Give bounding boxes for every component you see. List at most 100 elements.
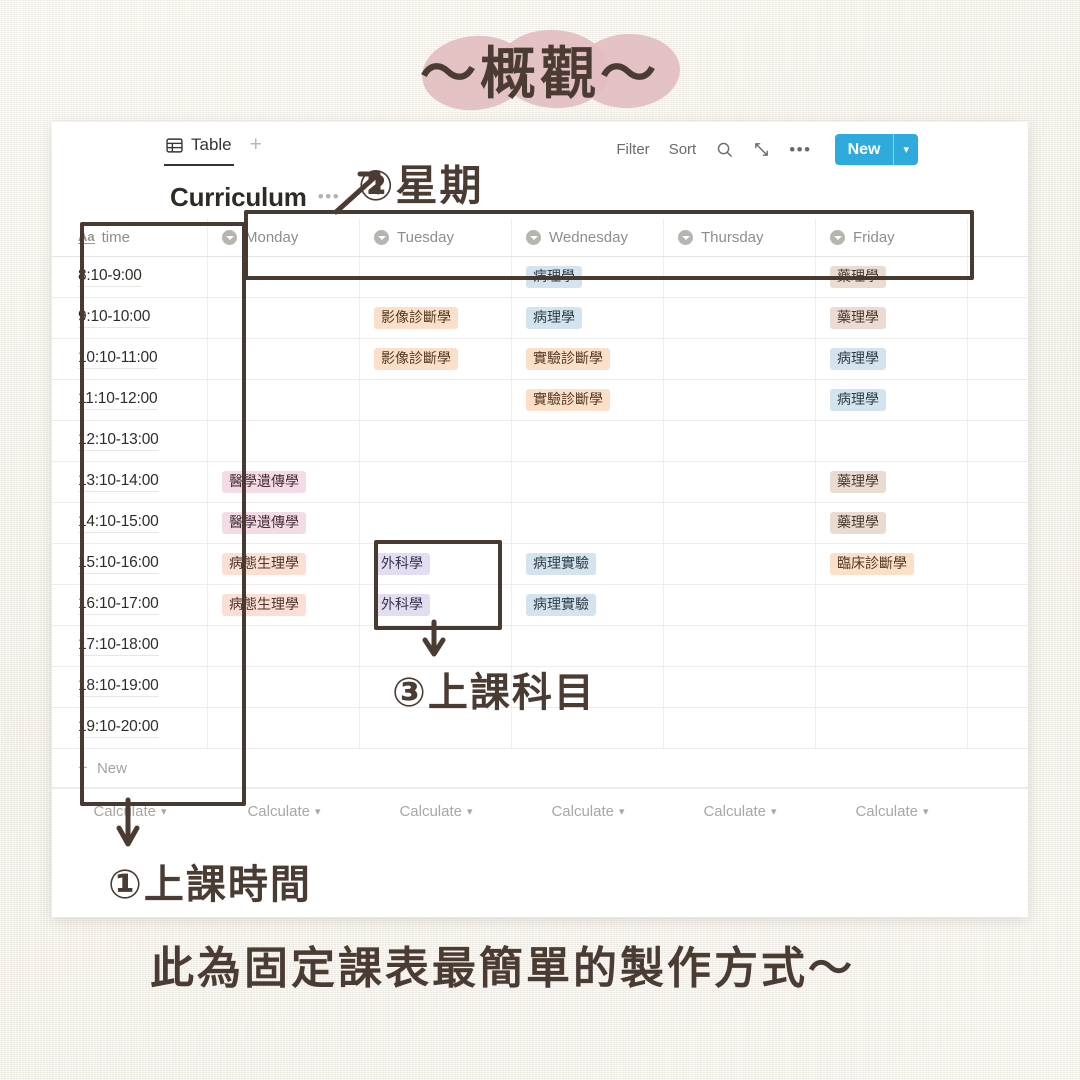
cell-thursday[interactable] — [664, 667, 816, 707]
cell-monday[interactable]: 病態生理學 — [208, 544, 360, 584]
cell-tuesday[interactable]: 影像診斷學 — [360, 339, 512, 379]
cell-time[interactable]: 16:10-17:00 — [52, 585, 208, 625]
cell-friday[interactable]: 藥理學 — [816, 503, 968, 543]
cell-monday[interactable]: 病態生理學 — [208, 585, 360, 625]
cell-friday[interactable] — [816, 626, 968, 666]
cell-wednesday[interactable]: 實驗診斷學 — [512, 339, 664, 379]
cell-time[interactable]: 12:10-13:00 — [52, 421, 208, 461]
cell-wednesday[interactable]: 實驗診斷學 — [512, 380, 664, 420]
search-icon[interactable] — [715, 141, 733, 159]
cell-thursday[interactable] — [664, 339, 816, 379]
column-header-tuesday[interactable]: Tuesday — [360, 218, 512, 256]
cell-monday[interactable]: 醫學遺傳學 — [208, 503, 360, 543]
cell-time[interactable]: 14:10-15:00 — [52, 503, 208, 543]
cell-thursday[interactable] — [664, 544, 816, 584]
cell-monday[interactable] — [208, 257, 360, 297]
cell-wednesday[interactable] — [512, 503, 664, 543]
new-button[interactable]: New ▾ — [834, 134, 918, 165]
table-row[interactable]: 8:10-9:00 病理學 藥理學 — [52, 257, 1028, 298]
ellipsis-icon[interactable]: ••• — [789, 141, 811, 158]
sort-button[interactable]: Sort — [669, 141, 697, 158]
database-title[interactable]: Curriculum — [170, 182, 307, 213]
cell-tuesday[interactable] — [360, 380, 512, 420]
cell-time[interactable]: 11:10-12:00 — [52, 380, 208, 420]
table-row[interactable]: 14:10-15:00 醫學遺傳學 藥理學 — [52, 503, 1028, 544]
table-row[interactable]: 9:10-10:00 影像診斷學 病理學 藥理學 — [52, 298, 1028, 339]
cell-time[interactable]: 10:10-11:00 — [52, 339, 208, 379]
cell-friday[interactable] — [816, 667, 968, 707]
cell-time[interactable]: 17:10-18:00 — [52, 626, 208, 666]
cell-thursday[interactable] — [664, 462, 816, 502]
cell-friday[interactable]: 藥理學 — [816, 298, 968, 338]
cell-monday[interactable] — [208, 667, 360, 707]
column-header-friday[interactable]: Friday — [816, 218, 968, 256]
cell-time[interactable]: 9:10-10:00 — [52, 298, 208, 338]
cell-thursday[interactable] — [664, 298, 816, 338]
table-new-row[interactable]: + New — [52, 749, 1028, 788]
cell-tuesday[interactable]: 外科學 — [360, 544, 512, 584]
cell-monday[interactable] — [208, 298, 360, 338]
cell-monday[interactable]: 醫學遺傳學 — [208, 462, 360, 502]
add-view-button[interactable]: + — [250, 134, 262, 164]
calculate-button[interactable]: Calculate ▾ — [664, 803, 816, 820]
cell-thursday[interactable] — [664, 585, 816, 625]
column-add-placeholder[interactable] — [968, 218, 1028, 256]
cell-thursday[interactable] — [664, 257, 816, 297]
table-row[interactable]: 10:10-11:00 影像診斷學 實驗診斷學 病理學 — [52, 339, 1028, 380]
cell-monday[interactable] — [208, 708, 360, 748]
expand-diagonal-icon[interactable] — [752, 141, 770, 159]
cell-time[interactable]: 15:10-16:00 — [52, 544, 208, 584]
cell-wednesday[interactable]: 病理實驗 — [512, 544, 664, 584]
cell-friday[interactable] — [816, 585, 968, 625]
column-header-thursday[interactable]: Thursday — [664, 218, 816, 256]
table-row[interactable]: 12:10-13:00 — [52, 421, 1028, 462]
calculate-button[interactable]: Calculate ▾ — [360, 803, 512, 820]
filter-button[interactable]: Filter — [616, 141, 649, 158]
cell-friday[interactable] — [816, 708, 968, 748]
cell-time[interactable]: 18:10-19:00 — [52, 667, 208, 707]
cell-wednesday[interactable]: 病理實驗 — [512, 585, 664, 625]
chevron-down-icon[interactable]: ▾ — [894, 134, 918, 165]
cell-friday[interactable]: 藥理學 — [816, 257, 968, 297]
cell-thursday[interactable] — [664, 503, 816, 543]
calculate-button[interactable]: Calculate ▾ — [512, 803, 664, 820]
cell-thursday[interactable] — [664, 380, 816, 420]
column-header-wednesday[interactable]: Wednesday — [512, 218, 664, 256]
calculate-button[interactable]: Calculate ▾ — [208, 803, 360, 820]
table-row[interactable]: 16:10-17:00 病態生理學 外科學 病理實驗 — [52, 585, 1028, 626]
cell-friday[interactable]: 臨床診斷學 — [816, 544, 968, 584]
cell-thursday[interactable] — [664, 708, 816, 748]
table-row[interactable]: 11:10-12:00 實驗診斷學 病理學 — [52, 380, 1028, 421]
cell-monday[interactable] — [208, 380, 360, 420]
calculate-button[interactable]: Calculate ▾ — [816, 803, 968, 820]
cell-friday[interactable]: 藥理學 — [816, 462, 968, 502]
cell-wednesday[interactable] — [512, 462, 664, 502]
cell-tuesday[interactable] — [360, 503, 512, 543]
cell-monday[interactable] — [208, 626, 360, 666]
cell-friday[interactable]: 病理學 — [816, 380, 968, 420]
cell-friday[interactable]: 病理學 — [816, 339, 968, 379]
calculate-button[interactable]: Calculate ▾ — [52, 803, 208, 820]
cell-tuesday[interactable] — [360, 421, 512, 461]
table-row[interactable]: 13:10-14:00 醫學遺傳學 藥理學 — [52, 462, 1028, 503]
cell-time[interactable]: 8:10-9:00 — [52, 257, 208, 297]
cell-wednesday[interactable] — [512, 421, 664, 461]
cell-tuesday[interactable] — [360, 462, 512, 502]
cell-monday[interactable] — [208, 339, 360, 379]
cell-tuesday[interactable] — [360, 257, 512, 297]
cell-time[interactable]: 19:10-20:00 — [52, 708, 208, 748]
cell-monday[interactable] — [208, 421, 360, 461]
cell-wednesday[interactable]: 病理學 — [512, 257, 664, 297]
cell-tuesday[interactable]: 外科學 — [360, 585, 512, 625]
cell-wednesday[interactable]: 病理學 — [512, 298, 664, 338]
column-header-time[interactable]: Aa time — [52, 218, 208, 256]
cell-thursday[interactable] — [664, 626, 816, 666]
column-header-monday[interactable]: Monday — [208, 218, 360, 256]
cell-time[interactable]: 13:10-14:00 — [52, 462, 208, 502]
cell-friday[interactable] — [816, 421, 968, 461]
tab-table[interactable]: Table — [164, 132, 234, 166]
cell-tuesday[interactable]: 影像診斷學 — [360, 298, 512, 338]
database-more-icon[interactable]: ••• — [318, 187, 341, 213]
table-row[interactable]: 15:10-16:00 病態生理學 外科學 病理實驗 臨床診斷學 — [52, 544, 1028, 585]
cell-thursday[interactable] — [664, 421, 816, 461]
